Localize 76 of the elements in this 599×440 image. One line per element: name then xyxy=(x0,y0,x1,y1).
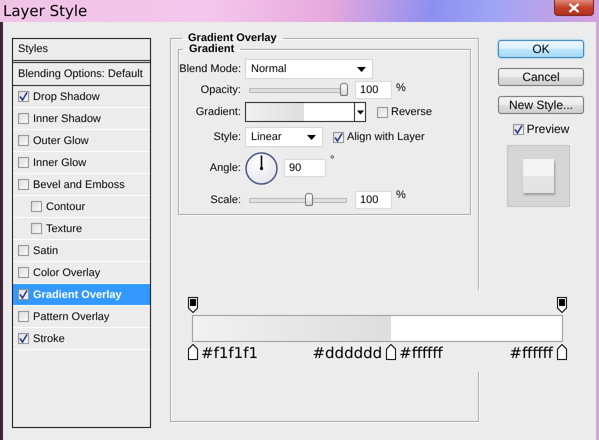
checkbox[interactable] xyxy=(18,113,29,124)
dialog-button[interactable]: New Style... xyxy=(498,96,584,114)
color-value-label: #dddddd xyxy=(312,345,382,362)
checkbox[interactable] xyxy=(18,245,29,256)
list-header: Styles xyxy=(13,39,150,63)
close-button[interactable] xyxy=(554,0,594,16)
input-field[interactable]: 100 xyxy=(355,191,392,209)
style-label: Stroke xyxy=(33,332,65,344)
caret-icon xyxy=(357,66,366,72)
checkbox[interactable] xyxy=(18,179,29,190)
caret-icon xyxy=(356,110,364,114)
color-value-label: #ffffff xyxy=(399,345,443,362)
field-label: Opacity: xyxy=(200,84,242,96)
checkbox[interactable] xyxy=(31,223,42,234)
unit-label: % xyxy=(396,82,406,94)
checkbox[interactable] xyxy=(18,91,29,102)
style-item[interactable]: Pattern Overlay xyxy=(13,306,150,328)
blend-mode-dropdown[interactable]: Normal xyxy=(245,59,373,79)
style-label: Pattern Overlay xyxy=(33,310,110,322)
style-item[interactable]: Bevel and Emboss xyxy=(13,174,150,196)
style-label: Inner Glow xyxy=(33,156,86,168)
style-item[interactable]: Stroke xyxy=(13,328,150,350)
checkbox-label: Align with Layer xyxy=(347,131,425,143)
input-field[interactable]: 90 xyxy=(284,159,326,177)
style-label: Outer Glow xyxy=(33,134,89,146)
style-item[interactable]: Blending Options: Default xyxy=(13,63,150,86)
gradient-picker[interactable] xyxy=(245,102,366,122)
style-label: Inner Shadow xyxy=(33,112,101,124)
field-label: Scale: xyxy=(209,194,242,206)
field-label: Blend Mode: xyxy=(179,63,242,75)
checkbox[interactable] xyxy=(18,267,29,278)
window-title: Layer Style xyxy=(2,1,88,20)
dialog-button[interactable]: Cancel xyxy=(498,68,584,86)
style-label: Color Overlay xyxy=(33,266,100,278)
input-field[interactable]: 100 xyxy=(355,81,392,99)
checkbox[interactable] xyxy=(333,132,344,142)
style-label: Satin xyxy=(33,244,58,256)
checkbox-label: Reverse xyxy=(391,106,432,118)
checkbox[interactable] xyxy=(512,124,524,134)
group-title: Gradient xyxy=(188,43,236,55)
slider-thumb[interactable] xyxy=(304,192,313,206)
checkbox-label: Preview xyxy=(526,122,570,136)
style-label: Drop Shadow xyxy=(33,90,100,102)
unit-label: ° xyxy=(330,154,334,166)
checkbox[interactable] xyxy=(377,106,388,118)
checkbox[interactable] xyxy=(18,333,29,344)
field-label: Style: xyxy=(212,131,242,143)
style-item[interactable]: Contour xyxy=(13,196,150,218)
style-label: Contour xyxy=(46,200,86,212)
checkbox[interactable] xyxy=(18,157,29,168)
style-label: Texture xyxy=(46,222,82,234)
style-item[interactable]: Inner Shadow xyxy=(13,108,150,130)
field-label: Gradient: xyxy=(194,106,242,118)
style-item[interactable]: Inner Glow xyxy=(13,152,150,174)
field-label: Angle: xyxy=(208,162,242,174)
checkbox[interactable] xyxy=(18,289,29,300)
style-item[interactable]: Outer Glow xyxy=(13,130,150,152)
style-item[interactable]: Satin xyxy=(13,240,150,262)
slider-thumb[interactable] xyxy=(340,82,348,96)
style-label: Gradient Overlay xyxy=(33,288,122,300)
style-label: Bevel and Emboss xyxy=(33,178,125,190)
checkbox[interactable] xyxy=(31,201,42,212)
style-item[interactable]: Drop Shadow xyxy=(13,86,150,108)
group-title: Gradient Overlay xyxy=(187,32,278,44)
close-icon xyxy=(568,2,580,12)
style-dropdown[interactable]: Linear xyxy=(245,127,323,147)
style-item[interactable]: Texture xyxy=(13,218,150,240)
preview-thumbnail xyxy=(523,159,554,193)
angle-dial[interactable] xyxy=(245,152,278,184)
unit-label: % xyxy=(396,189,406,201)
checkbox[interactable] xyxy=(18,135,29,146)
dialog-button[interactable]: OK xyxy=(498,40,584,58)
checkbox[interactable] xyxy=(18,311,29,322)
color-value-label: #ffffff xyxy=(509,345,553,362)
caret-icon xyxy=(307,134,316,140)
color-value-label: #f1f1f1 xyxy=(201,345,258,362)
